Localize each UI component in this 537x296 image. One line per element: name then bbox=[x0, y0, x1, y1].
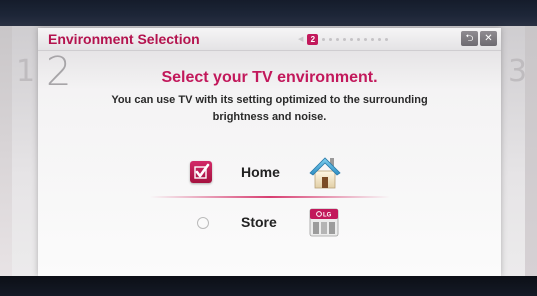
page-heading: Select your TV environment. bbox=[161, 69, 378, 86]
page-dot bbox=[357, 37, 361, 41]
close-button[interactable]: ✕ bbox=[480, 31, 497, 46]
store-icon: LG bbox=[308, 206, 340, 243]
page-dot bbox=[371, 37, 375, 41]
page-dot bbox=[343, 37, 347, 41]
unselected-radio[interactable] bbox=[197, 217, 209, 229]
environment-dialog: Environment Selection ◀ 2 ⮌ ✕ 2 Select y… bbox=[38, 28, 501, 276]
close-icon: ✕ bbox=[484, 33, 493, 44]
option-store[interactable]: Store LG bbox=[38, 204, 501, 240]
tv-bezel-bottom bbox=[0, 276, 537, 296]
page-dot bbox=[336, 37, 340, 41]
checked-checkbox[interactable] bbox=[190, 161, 212, 183]
checkmark-icon bbox=[194, 163, 210, 179]
tv-bezel-top bbox=[0, 0, 537, 26]
dialog-titlebar: Environment Selection ◀ 2 ⮌ ✕ bbox=[38, 28, 501, 51]
page-description: You can use TV with its setting optimize… bbox=[111, 94, 428, 123]
current-page-badge: 2 bbox=[307, 33, 319, 45]
selection-divider bbox=[150, 196, 390, 198]
prev-step-number[interactable]: 1 bbox=[16, 54, 35, 89]
page-dot bbox=[350, 37, 354, 41]
dialog-title: Environment Selection bbox=[48, 31, 200, 47]
page-dot bbox=[364, 37, 368, 41]
house-icon bbox=[308, 154, 342, 195]
return-icon: ⮌ bbox=[465, 33, 474, 44]
pager-prev-icon[interactable]: ◀ bbox=[298, 35, 303, 43]
page-dot bbox=[378, 37, 382, 41]
option-store-label: Store bbox=[241, 214, 277, 230]
option-home-label: Home bbox=[241, 164, 280, 180]
left-edge bbox=[0, 26, 12, 276]
option-home[interactable]: Home bbox=[38, 154, 501, 190]
page-indicator: ◀ 2 bbox=[298, 33, 389, 45]
page-dot bbox=[322, 37, 326, 41]
page-dot bbox=[329, 37, 333, 41]
next-step-number[interactable]: 3 bbox=[508, 54, 527, 89]
store-logo-text: LG bbox=[323, 213, 332, 219]
back-button[interactable]: ⮌ bbox=[461, 31, 478, 46]
page-dot bbox=[385, 37, 389, 41]
